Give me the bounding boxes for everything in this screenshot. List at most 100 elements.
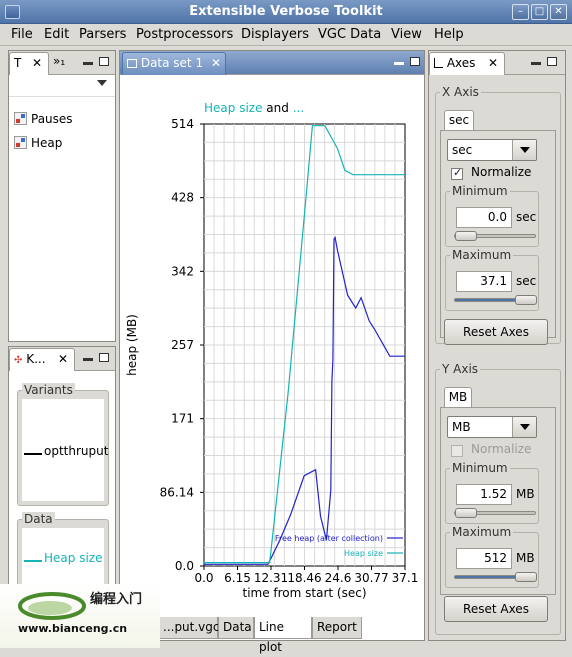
- x-axis-label: time from start (sec): [242, 586, 366, 600]
- tab-line-plot[interactable]: Line plot: [254, 617, 312, 654]
- y-maximum-input[interactable]: 512: [456, 548, 512, 569]
- x-maximum-unit: sec: [516, 274, 537, 288]
- y-minimum-slider-thumb[interactable]: [455, 508, 477, 518]
- x-normalize-checkbox[interactable]: [451, 166, 463, 180]
- x-unit-select[interactable]: sec: [447, 139, 537, 161]
- y-maximum-slider-thumb[interactable]: [515, 572, 537, 582]
- y-unit-select-value: MB: [452, 420, 471, 434]
- x-axis-controls: sec Normalize Minimum 0.0 sec Maximum 37…: [440, 130, 556, 338]
- tab-axes-label: Axes: [446, 56, 476, 70]
- y-tick-label: 86.14: [160, 485, 194, 499]
- x-minimum-group: Minimum 0.0 sec: [445, 184, 539, 247]
- view-maximize-icon[interactable]: [99, 57, 109, 66]
- x-unit-tab-label: sec: [448, 113, 470, 127]
- editor-tabstrip: Data set 1 ✕: [120, 51, 424, 75]
- y-normalize-checkbox[interactable]: [451, 445, 463, 457]
- y-minimum-slider[interactable]: [454, 508, 536, 518]
- menu-parsers[interactable]: Parsers: [79, 27, 126, 42]
- x-minimum-input[interactable]: 0.0: [456, 207, 512, 228]
- y-minimum-input[interactable]: 1.52: [456, 484, 512, 505]
- watermark-logo: 编程入门 www.bianceng.cn: [0, 584, 160, 648]
- legend-label: Free heap (after collection): [275, 534, 383, 543]
- y-minimum-unit: MB: [516, 487, 535, 501]
- tab-data-set-label: Data set 1: [140, 56, 204, 70]
- y-axis-controls: MB Normalize Minimum 1.52 MB Maximum 512…: [440, 407, 556, 595]
- menu-file[interactable]: File: [11, 27, 33, 42]
- chart-title-part: and: [262, 101, 292, 115]
- line-plot-editor: Data set 1 ✕ 0.0 86.14 171 257 342 428 514 0.0 6…: [119, 50, 425, 654]
- maximize-icon[interactable]: □: [531, 4, 548, 20]
- tab-key-label: K...: [26, 352, 46, 366]
- line-plot-chart: 0.0 86.14 171 257 342 428 514 0.0 6.15 12.31 18.46…: [125, 101, 418, 600]
- tab-axes-close-icon[interactable]: ✕: [488, 53, 498, 74]
- data-line-swatch: [24, 560, 42, 562]
- chart-title: Heap size and ...: [204, 101, 304, 115]
- tab-vgc-file[interactable]: ...put.vgc: [158, 617, 220, 639]
- left-top-tabstrip: T ✕ »₁: [9, 51, 115, 75]
- view-maximize-icon[interactable]: [99, 353, 109, 362]
- axes-icon: [434, 58, 443, 68]
- y-maximum-slider[interactable]: [454, 572, 537, 582]
- tree-view-pane: T ✕ »₁ Pauses Heap: [8, 50, 116, 342]
- x-maximum-input[interactable]: 37.1: [456, 271, 512, 292]
- more-tabs-indicator[interactable]: »₁: [53, 54, 65, 68]
- view-minimize-icon[interactable]: [83, 358, 93, 361]
- data-item[interactable]: Heap size: [44, 551, 102, 565]
- editor-minimize-icon[interactable]: [394, 62, 404, 65]
- tab-key[interactable]: ✣ K... ✕: [9, 348, 75, 371]
- y-tick-label: 0.0: [175, 559, 194, 573]
- view-toolbar: [9, 75, 115, 97]
- x-reset-axes-button[interactable]: Reset Axes: [444, 319, 548, 345]
- y-axis-group-label: Y Axis: [440, 362, 481, 376]
- watermark-url: www.bianceng.cn: [18, 622, 128, 635]
- y-reset-axes-button[interactable]: Reset Axes: [444, 596, 548, 622]
- tab-data-set-1[interactable]: Data set 1 ✕: [122, 52, 226, 75]
- menu-help[interactable]: Help: [434, 27, 464, 42]
- close-icon[interactable]: ✕: [550, 4, 567, 20]
- tab-data-label: Data: [223, 620, 252, 634]
- tree-item-heap[interactable]: Heap: [14, 136, 62, 150]
- menu-postprocessors[interactable]: Postprocessors: [136, 27, 233, 42]
- tab-data[interactable]: Data: [218, 617, 254, 639]
- y-tick-label: 171: [171, 412, 194, 426]
- y-maximum-unit: MB: [516, 551, 535, 565]
- menu-vgc-data[interactable]: VGC Data: [318, 27, 381, 42]
- tab-report[interactable]: Report: [312, 617, 362, 639]
- view-menu-chevron-down-icon[interactable]: [97, 80, 107, 86]
- variant-line-swatch: [24, 453, 42, 455]
- y-unit-tab[interactable]: MB: [444, 387, 472, 407]
- tab-key-close-icon[interactable]: ✕: [58, 349, 68, 370]
- menu-displayers[interactable]: Displayers: [241, 27, 309, 42]
- data-group-label: Data: [22, 512, 55, 526]
- view-maximize-icon[interactable]: [547, 57, 557, 66]
- y-tick-label: 342: [171, 264, 194, 278]
- view-minimize-icon[interactable]: [83, 62, 93, 65]
- x-axis-group: X Axis sec sec Normalize Minimum 0.0 sec…: [435, 85, 561, 345]
- x-maximum-slider[interactable]: [454, 295, 537, 305]
- x-axis-group-label: X Axis: [440, 85, 481, 99]
- chevron-down-icon: [512, 140, 536, 160]
- x-minimum-slider[interactable]: [454, 231, 536, 241]
- x-tick-label: 0.0: [194, 571, 213, 585]
- tab-line-plot-label: Line plot: [259, 620, 285, 654]
- tab-t-close-icon[interactable]: ✕: [32, 53, 42, 74]
- minimize-icon[interactable]: –: [512, 4, 529, 20]
- x-tick-label: 24.6: [325, 571, 352, 585]
- tab-report-label: Report: [317, 620, 357, 634]
- x-maximum-slider-thumb[interactable]: [515, 295, 537, 305]
- x-minimum-slider-thumb[interactable]: [455, 231, 477, 241]
- variant-item[interactable]: optthruput: [44, 444, 108, 458]
- view-minimize-icon[interactable]: [531, 62, 541, 65]
- menu-view[interactable]: View: [391, 27, 422, 42]
- tab-data-set-close-icon[interactable]: ✕: [211, 53, 221, 74]
- y-tick-label: 257: [171, 338, 194, 352]
- editor-maximize-icon[interactable]: [410, 57, 420, 66]
- tree-item-pauses[interactable]: Pauses: [14, 112, 73, 126]
- chevron-down-icon: [512, 417, 536, 437]
- tab-axes[interactable]: Axes ✕: [429, 52, 505, 75]
- y-unit-select[interactable]: MB: [447, 416, 537, 438]
- y-axis-group: Y Axis MB MB Normalize Minimum 1.52 MB M…: [435, 362, 561, 635]
- x-unit-tab[interactable]: sec: [444, 110, 474, 130]
- menu-edit[interactable]: Edit: [44, 27, 69, 42]
- tab-t[interactable]: T ✕: [9, 52, 49, 75]
